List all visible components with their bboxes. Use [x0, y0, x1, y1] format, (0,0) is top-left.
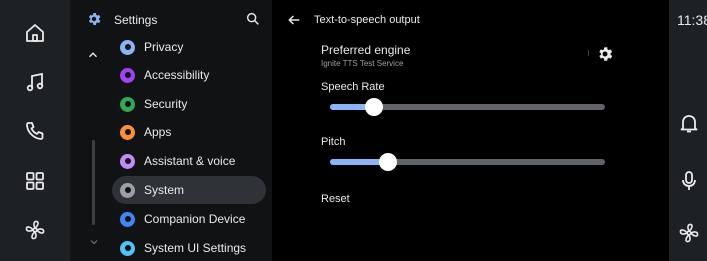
settings-item-label: System UI Settings	[144, 241, 247, 255]
slider-thumb[interactable]	[365, 98, 383, 116]
microphone-icon	[682, 171, 696, 190]
settings-item-accessibility[interactable]: Accessibility	[112, 61, 266, 89]
settings-item-system[interactable]: System	[112, 176, 266, 204]
privacy-icon	[120, 39, 135, 55]
settings-item-assistant-voice[interactable]: Assistant & voice	[112, 147, 266, 175]
settings-item-label: Security	[144, 97, 188, 111]
preference-divider	[588, 50, 589, 56]
right-nav-rail	[669, 0, 707, 261]
chevron-down-icon[interactable]	[88, 236, 100, 248]
settings-item-label: Companion Device	[144, 212, 246, 226]
hvac-fan-button-right[interactable]	[671, 215, 707, 251]
app-grid-icon	[26, 172, 44, 190]
settings-item-label: Apps	[144, 125, 172, 139]
status-clock: 11:38	[677, 12, 707, 28]
pitch-slider[interactable]	[330, 153, 605, 171]
settings-panel-header: Settings	[70, 8, 272, 32]
settings-item-label: System	[144, 183, 185, 197]
panel-scrollbar[interactable]	[92, 140, 95, 225]
back-arrow-icon[interactable]	[286, 12, 302, 28]
voice-assistant-button[interactable]	[671, 163, 707, 199]
home-button[interactable]	[17, 15, 53, 51]
settings-panel: Settings Privacy Accessibility Security …	[70, 0, 272, 261]
settings-item-label: Accessibility	[144, 68, 210, 82]
system-ui-icon	[120, 240, 135, 256]
speech-rate-label: Speech Rate	[321, 81, 385, 93]
settings-item-security[interactable]: Security	[112, 90, 266, 118]
security-icon	[120, 96, 135, 112]
settings-item-companion-device[interactable]: Companion Device	[112, 205, 266, 233]
page-title: Text-to-speech output	[314, 14, 420, 26]
left-nav-rail	[0, 0, 70, 261]
system-icon	[120, 182, 135, 198]
tts-settings-page: Text-to-speech output Preferred engine I…	[272, 0, 669, 261]
speech-rate-slider[interactable]	[330, 98, 605, 116]
accessibility-icon	[120, 67, 135, 83]
preferred-engine-subtitle: Ignite TTS Test Service	[321, 59, 404, 68]
settings-item-apps[interactable]: Apps	[112, 118, 266, 146]
companion-device-icon	[120, 211, 135, 227]
fan-icon	[679, 223, 699, 243]
media-button[interactable]	[17, 65, 53, 101]
settings-item-label: Assistant & voice	[144, 154, 236, 168]
phone-button[interactable]	[17, 113, 53, 149]
music-note-icon	[26, 72, 44, 92]
settings-item-system-ui[interactable]: System UI Settings	[112, 234, 266, 261]
search-icon[interactable]	[245, 11, 261, 27]
notifications-button[interactable]	[671, 105, 707, 141]
app-grid-button[interactable]	[17, 163, 53, 199]
chevron-up-icon[interactable]	[86, 48, 100, 62]
slider-thumb[interactable]	[378, 153, 397, 171]
apps-icon	[120, 124, 135, 140]
hvac-fan-button[interactable]	[17, 212, 53, 248]
settings-panel-title: Settings	[114, 13, 158, 27]
home-icon	[26, 24, 44, 42]
fan-icon	[25, 220, 45, 240]
pitch-label: Pitch	[321, 136, 346, 148]
engine-settings-gear-icon[interactable]	[596, 45, 614, 63]
phone-icon	[26, 122, 44, 140]
preferred-engine-title[interactable]: Preferred engine	[321, 43, 410, 57]
bell-icon	[680, 115, 698, 133]
reset-button[interactable]: Reset	[321, 193, 350, 205]
settings-item-label: Privacy	[144, 40, 184, 54]
settings-item-privacy[interactable]: Privacy	[112, 33, 266, 61]
assistant-icon	[120, 153, 135, 169]
settings-gear-icon	[88, 13, 101, 25]
